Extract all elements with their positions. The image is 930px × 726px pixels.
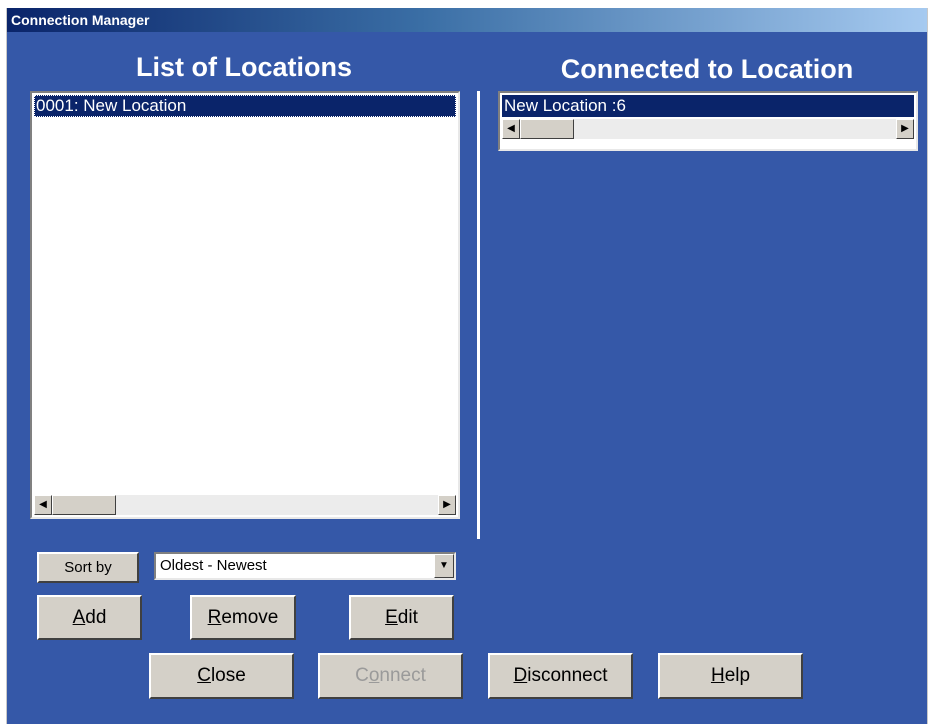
connected-list-item[interactable]: New Location :6 <box>502 95 914 117</box>
location-list-item[interactable]: 0001: New Location <box>34 95 456 117</box>
edit-label-rest: dit <box>397 607 418 628</box>
arrow-right-icon[interactable]: ▶ <box>896 119 914 139</box>
close-mnemonic: C <box>197 665 211 686</box>
connected-listbox[interactable]: New Location :6 ◀ ▶ <box>498 91 918 151</box>
arrow-left-icon[interactable]: ◀ <box>502 119 520 139</box>
connect-label-pre: C <box>355 665 369 686</box>
scrollbar-thumb[interactable] <box>520 119 574 139</box>
sort-by-button[interactable]: Sort by <box>37 552 139 583</box>
close-label-rest: lose <box>210 665 246 686</box>
connected-heading: Connected to Location <box>560 54 854 84</box>
help-mnemonic: H <box>710 665 725 686</box>
arrow-right-icon[interactable]: ▶ <box>438 495 456 515</box>
locations-listbox[interactable]: 0001: New Location ◀ ▶ <box>30 91 460 519</box>
connect-mnemonic: o <box>368 665 380 686</box>
arrow-left-icon[interactable]: ◀ <box>34 495 52 515</box>
locations-horizontal-scrollbar[interactable]: ◀ ▶ <box>34 495 456 515</box>
window-title: Connection Manager <box>11 12 150 28</box>
connected-horizontal-scrollbar[interactable]: ◀ ▶ <box>502 119 914 139</box>
sort-order-select[interactable]: Oldest - Newest ▼ <box>154 552 456 580</box>
disconnect-label-rest: isconnect <box>527 665 608 686</box>
sort-order-value: Oldest - Newest <box>160 557 267 574</box>
help-button[interactable]: Help <box>658 653 803 699</box>
locations-heading: List of Locations <box>136 52 352 82</box>
remove-label-rest: emove <box>221 607 279 628</box>
chevron-down-icon[interactable]: ▼ <box>434 554 454 578</box>
add-button[interactable]: Add <box>37 595 142 640</box>
edit-button[interactable]: Edit <box>349 595 454 640</box>
help-label-rest: elp <box>724 665 751 686</box>
remove-mnemonic: R <box>207 607 222 628</box>
connect-button[interactable]: Connect <box>318 653 463 699</box>
add-mnemonic: A <box>72 607 86 628</box>
add-label-rest: dd <box>85 607 107 628</box>
title-bar[interactable]: Connection Manager <box>7 8 927 32</box>
close-button[interactable]: Close <box>149 653 294 699</box>
remove-button[interactable]: Remove <box>190 595 296 640</box>
disconnect-mnemonic: D <box>513 665 528 686</box>
connection-manager-window: Connection Manager List of Locations Con… <box>6 8 928 724</box>
connect-label-rest: nnect <box>379 665 426 686</box>
scrollbar-thumb[interactable] <box>52 495 116 515</box>
panel-divider <box>477 91 480 539</box>
edit-mnemonic: E <box>385 607 398 628</box>
disconnect-button[interactable]: Disconnect <box>488 653 633 699</box>
